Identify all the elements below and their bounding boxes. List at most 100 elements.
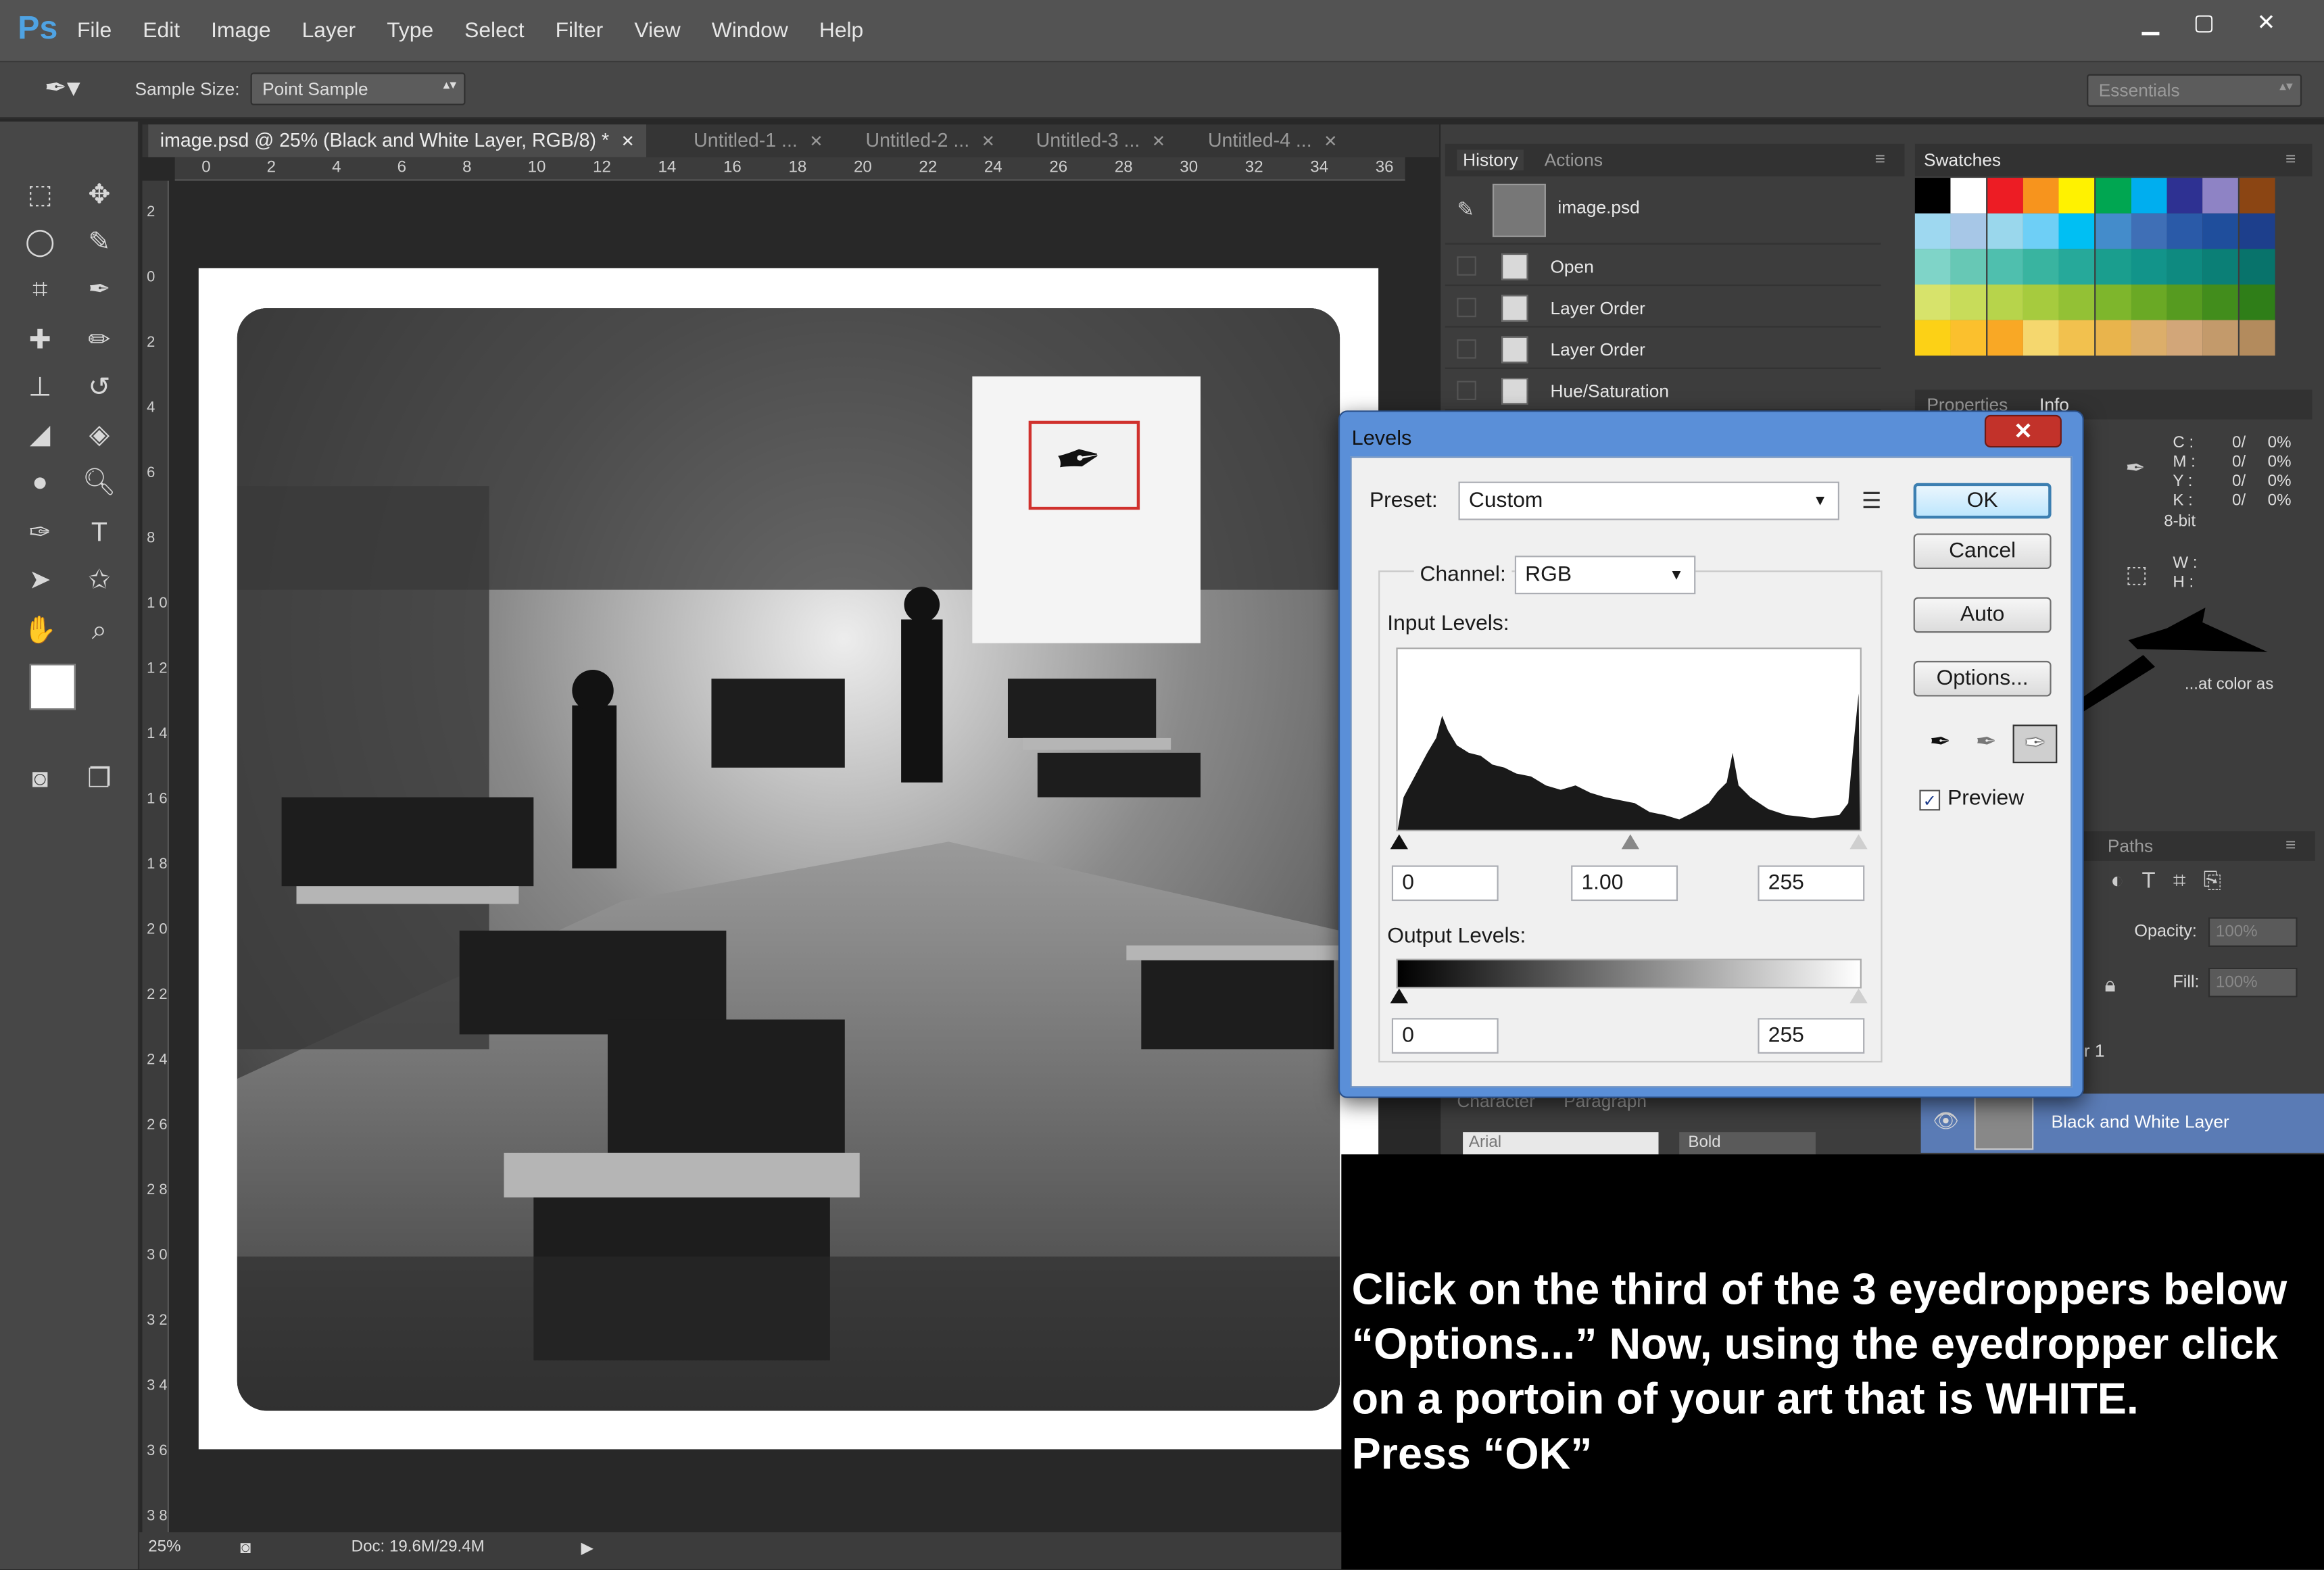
healing-brush-icon[interactable]: ✚ xyxy=(18,317,62,362)
channel-select[interactable]: RGB ▼ xyxy=(1514,556,1696,595)
font-style-select[interactable]: Bold xyxy=(1679,1132,1816,1156)
white-point-eyedropper-icon[interactable]: ✒ xyxy=(2012,725,2058,764)
blur-tool-icon[interactable]: ● xyxy=(18,460,62,504)
output-black-slider[interactable] xyxy=(1390,988,1408,1004)
input-black-slider[interactable] xyxy=(1390,834,1408,850)
color-swatch[interactable] xyxy=(2095,284,2131,320)
minimize-icon[interactable]: ▁ xyxy=(2129,6,2173,39)
panel-menu-icon[interactable]: ≡ xyxy=(1875,148,1885,169)
screen-mode-icon[interactable]: ❐ xyxy=(77,756,122,800)
color-swatch[interactable] xyxy=(2023,249,2059,285)
panel-menu-icon[interactable]: ≡ xyxy=(2285,148,2296,169)
color-swatch[interactable] xyxy=(2203,213,2239,249)
color-swatch[interactable] xyxy=(2023,213,2059,249)
history-step[interactable]: Layer Order xyxy=(1445,289,1881,328)
paint-bucket-icon[interactable]: ◈ xyxy=(77,412,122,457)
color-swatch[interactable] xyxy=(1951,320,1987,356)
brush-tool-icon[interactable]: ✏ xyxy=(77,317,122,362)
marquee-tool-icon[interactable]: ⬚ xyxy=(18,172,62,216)
menu-image[interactable]: Image xyxy=(211,20,270,43)
tab-actions[interactable]: Actions xyxy=(1545,149,1603,170)
color-swatch[interactable] xyxy=(2058,284,2095,320)
color-swatch[interactable] xyxy=(1914,284,1951,320)
close-tab-icon[interactable]: ✕ xyxy=(1152,133,1165,151)
output-white-slider[interactable] xyxy=(1849,988,1868,1004)
history-step[interactable]: Layer Order xyxy=(1445,330,1881,369)
color-swatch[interactable] xyxy=(1914,213,1951,249)
preview-checkbox[interactable]: ✓ xyxy=(1919,789,1941,811)
foreground-color-swatch[interactable] xyxy=(29,664,76,710)
shape-tool-icon[interactable]: ✩ xyxy=(77,557,122,602)
sample-size-select[interactable]: Point Sample ▴▾ xyxy=(250,72,466,105)
quick-mask-icon[interactable]: ◙ xyxy=(18,756,62,800)
fill-input[interactable]: 100% xyxy=(2208,967,2298,998)
eyedropper-tool-preset-icon[interactable]: ✒︎▾ xyxy=(45,72,80,103)
black-point-eyedropper-icon[interactable]: ✒ xyxy=(1921,725,1960,760)
color-swatch[interactable] xyxy=(2203,249,2239,285)
gray-point-eyedropper-icon[interactable]: ✒ xyxy=(1967,725,2006,760)
layer-filter-icons[interactable]: ◐T⌗⎘ xyxy=(2110,868,2239,893)
zoom-tool-icon[interactable]: ⌕ xyxy=(77,608,122,652)
color-swatch[interactable] xyxy=(2166,178,2203,214)
color-swatch[interactable] xyxy=(1987,284,2023,320)
pen-tool-icon[interactable]: ✑ xyxy=(18,510,62,554)
tab-untitled-2[interactable]: Untitled-2 ... ✕ xyxy=(854,124,1007,157)
clone-stamp-icon[interactable]: ⊥ xyxy=(18,364,62,409)
menu-edit[interactable]: Edit xyxy=(143,20,180,43)
history-brush-icon[interactable]: ↺ xyxy=(77,364,122,409)
color-swatch[interactable] xyxy=(2131,213,2167,249)
color-swatch[interactable] xyxy=(2058,320,2095,356)
color-swatch[interactable] xyxy=(2023,320,2059,356)
font-family-select[interactable]: Arial xyxy=(1463,1132,1659,1156)
history-snapshot[interactable]: ✎ image.psd xyxy=(1445,179,1881,245)
cancel-button[interactable]: Cancel xyxy=(1913,533,2052,569)
history-step[interactable]: Hue/Saturation xyxy=(1445,372,1881,411)
input-white-field[interactable]: 255 xyxy=(1758,865,1865,902)
status-info-icon[interactable]: ◙ xyxy=(240,1537,251,1558)
close-tab-icon[interactable]: ✕ xyxy=(809,133,823,151)
color-swatch[interactable] xyxy=(2058,178,2095,214)
eyedropper-tool-icon[interactable]: ✒ xyxy=(77,267,122,312)
preset-select[interactable]: Custom ▼ xyxy=(1458,481,1840,520)
input-gamma-slider[interactable] xyxy=(1621,834,1640,850)
menu-select[interactable]: Select xyxy=(464,20,524,43)
menu-layer[interactable]: Layer xyxy=(302,20,356,43)
panel-menu-icon[interactable]: ≡ xyxy=(2285,834,2296,855)
color-swatch[interactable] xyxy=(2131,320,2167,356)
color-swatch[interactable] xyxy=(1987,320,2023,356)
eraser-tool-icon[interactable]: ◢ xyxy=(18,412,62,457)
color-swatch[interactable] xyxy=(1951,213,1987,249)
tab-untitled-1[interactable]: Untitled-1 ... ✕ xyxy=(682,124,836,157)
history-step[interactable]: Open xyxy=(1445,247,1881,287)
maximize-icon[interactable]: ▢ xyxy=(2182,6,2227,39)
color-swatch[interactable] xyxy=(1987,213,2023,249)
color-swatch[interactable] xyxy=(2131,249,2167,285)
workshop-photo[interactable] xyxy=(237,308,1340,1411)
crop-tool-icon[interactable]: ⌗ xyxy=(18,267,62,312)
menu-type[interactable]: Type xyxy=(387,20,433,43)
menu-window[interactable]: Window xyxy=(712,20,788,43)
input-white-slider[interactable] xyxy=(1849,834,1868,850)
lock-icon[interactable]: 🔒︎ xyxy=(2104,972,2115,997)
color-swatch[interactable] xyxy=(2095,320,2131,356)
color-swatch[interactable] xyxy=(2203,320,2239,356)
color-swatch[interactable] xyxy=(2239,320,2275,356)
layer-visibility-eye-icon[interactable]: 👁︎ xyxy=(1933,1108,1959,1133)
input-gamma-field[interactable]: 1.00 xyxy=(1571,865,1678,902)
color-swatch[interactable] xyxy=(1914,249,1951,285)
output-white-field[interactable]: 255 xyxy=(1758,1018,1865,1054)
layer-row-selected[interactable]: 👁︎ Black and White Layer xyxy=(1920,1094,2324,1153)
workspace-select[interactable]: Essentials ▴▾ xyxy=(2087,74,2302,107)
color-swatch[interactable] xyxy=(2166,213,2203,249)
menu-filter[interactable]: Filter xyxy=(556,20,604,43)
color-swatch[interactable] xyxy=(1987,249,2023,285)
type-tool-icon[interactable]: T xyxy=(77,510,122,554)
quick-select-tool-icon[interactable]: ✎ xyxy=(77,220,122,264)
hand-tool-icon[interactable]: ✋ xyxy=(18,608,62,652)
close-tab-icon[interactable]: ✕ xyxy=(621,133,635,151)
color-swatch[interactable] xyxy=(2239,249,2275,285)
color-swatch[interactable] xyxy=(2023,284,2059,320)
color-swatch[interactable] xyxy=(2095,178,2131,214)
color-swatch[interactable] xyxy=(2166,320,2203,356)
color-swatch[interactable] xyxy=(2023,178,2059,214)
